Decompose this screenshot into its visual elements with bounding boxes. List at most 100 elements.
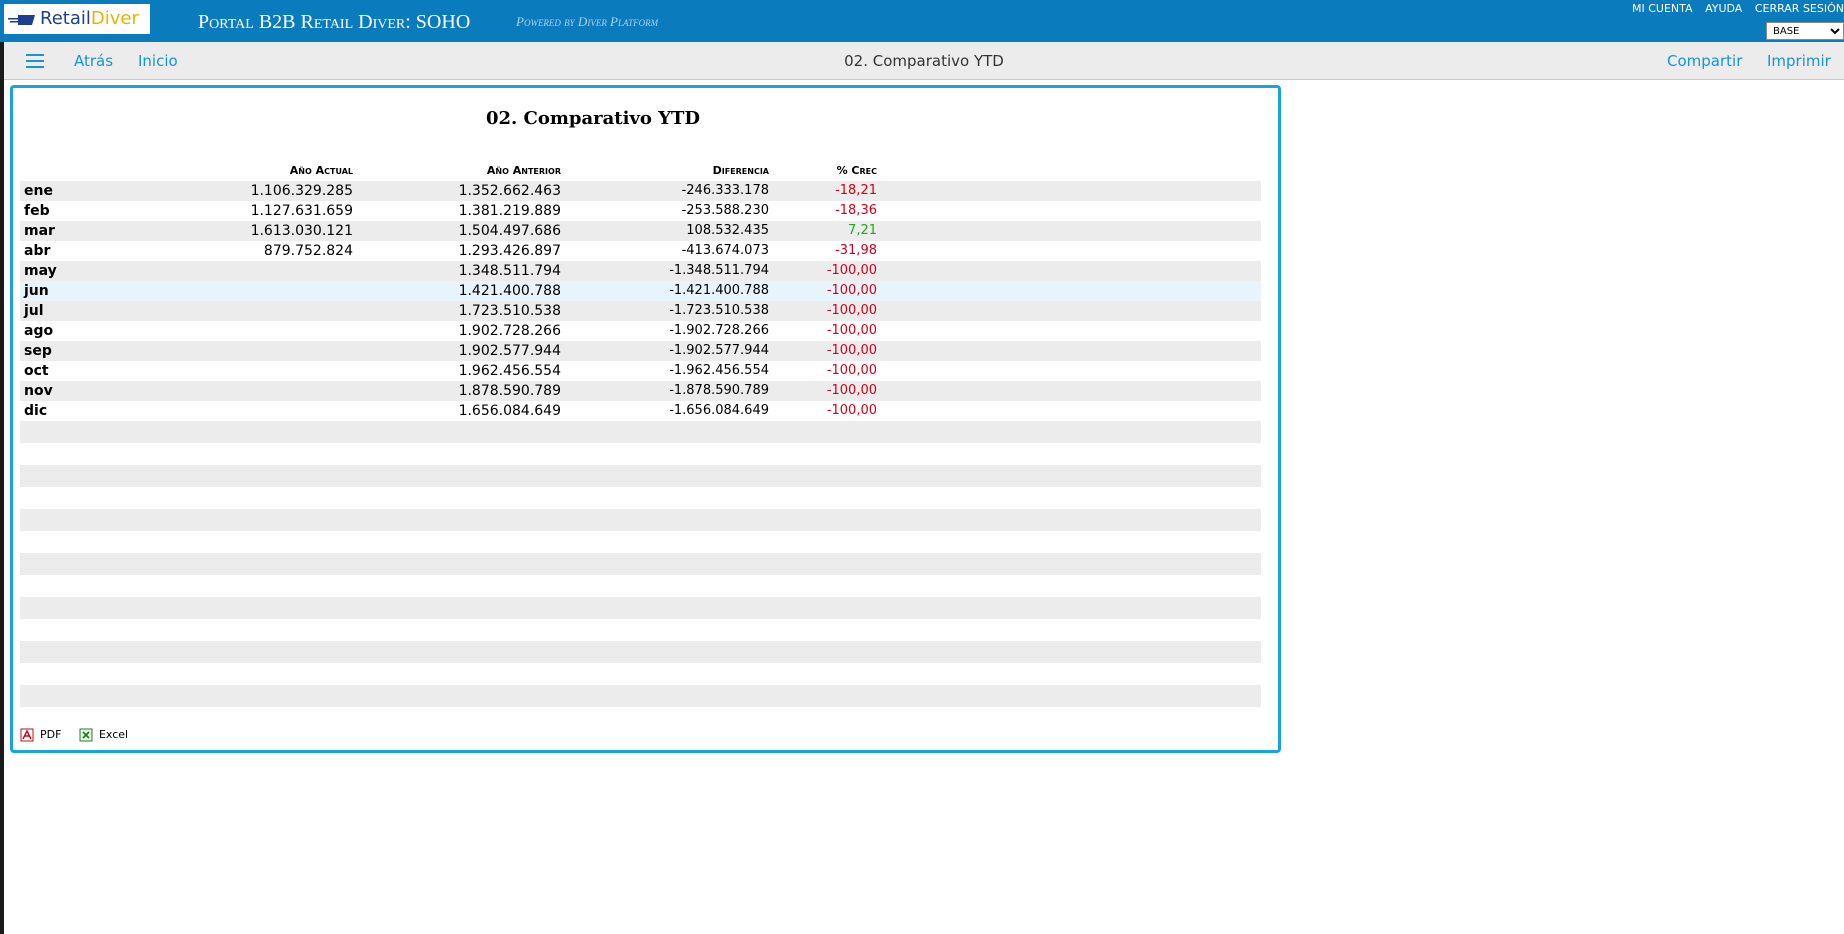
table-row[interactable]: ago 1.902.728.266 -1.902.728.266 -100,00 — [20, 321, 1261, 341]
logout-link[interactable]: CERRAR SESIÓN — [1755, 2, 1844, 15]
diferencia-cell: -253.588.230 — [681, 203, 769, 218]
empty-row — [20, 619, 1261, 641]
month-cell: ene — [24, 183, 53, 199]
anterior-cell: 1.352.662.463 — [458, 183, 561, 199]
anterior-cell: 1.723.510.538 — [458, 303, 561, 319]
diferencia-cell: -246.333.178 — [681, 183, 769, 198]
col-header-crec: % Crec — [836, 164, 877, 177]
excel-icon — [79, 728, 93, 742]
table-row[interactable]: nov 1.878.590.789 -1.878.590.789 -100,00 — [20, 381, 1261, 401]
empty-row — [20, 531, 1261, 553]
base-select[interactable]: BASE — [1766, 22, 1844, 40]
table-row[interactable]: mar 1.613.030.121 1.504.497.686 108.532.435… — [20, 221, 1261, 241]
anterior-cell: 1.902.728.266 — [458, 323, 561, 339]
diferencia-cell: -1.723.510.538 — [669, 303, 769, 318]
pdf-label: PDF — [40, 728, 62, 741]
actual-cell: 1.127.631.659 — [250, 203, 353, 219]
crec-cell: -100,00 — [826, 343, 877, 358]
anterior-cell: 1.962.456.554 — [458, 363, 561, 379]
empty-row — [20, 575, 1261, 597]
help-link[interactable]: AYUDA — [1705, 2, 1742, 15]
empty-row — [20, 553, 1261, 575]
anterior-cell: 1.421.400.788 — [458, 283, 561, 299]
report-table: Año Actual Año Anterior Diferencia % Cre… — [20, 160, 1261, 707]
diferencia-cell: -1.962.456.554 — [669, 363, 769, 378]
export-bar: PDF Excel — [20, 728, 142, 742]
anterior-cell: 1.381.219.889 — [458, 203, 561, 219]
report-title: 02. Comparativo YTD — [485, 108, 701, 129]
excel-export[interactable]: Excel — [79, 728, 128, 742]
share-link[interactable]: Compartir — [1667, 52, 1742, 70]
empty-row — [20, 421, 1261, 443]
pdf-export[interactable]: PDF — [20, 728, 61, 742]
anterior-cell: 1.293.426.897 — [458, 243, 561, 259]
table-row[interactable]: sep 1.902.577.944 -1.902.577.944 -100,00 — [20, 341, 1261, 361]
powered-by: Powered by Diver Platform — [516, 14, 659, 29]
portal-header: RetailDiver Portal B2B Retail Diver: SOH… — [0, 0, 1844, 42]
diferencia-cell: -1.656.084.649 — [669, 403, 769, 418]
empty-row — [20, 685, 1261, 707]
crec-cell: -100,00 — [826, 383, 877, 398]
anterior-cell: 1.878.590.789 — [458, 383, 561, 399]
month-cell: abr — [24, 243, 51, 259]
actual-cell: 1.106.329.285 — [250, 183, 353, 199]
col-header-diferencia: Diferencia — [712, 164, 769, 177]
table-row[interactable]: may 1.348.511.794 -1.348.511.794 -100,00 — [20, 261, 1261, 281]
toolbar-title: 02. Comparativo YTD — [844, 52, 1004, 70]
table-row[interactable]: jul 1.723.510.538 -1.723.510.538 -100,00 — [20, 301, 1261, 321]
table-header: Año Actual Año Anterior Diferencia % Cre… — [20, 160, 1261, 181]
logo-text: RetailDiver — [40, 8, 139, 29]
report-panel: 02. Comparativo YTD Año Actual Año Anter… — [10, 85, 1281, 753]
month-cell: feb — [24, 203, 50, 219]
crec-cell: -100,00 — [826, 403, 877, 418]
diferencia-cell: -1.902.728.266 — [669, 323, 769, 338]
month-cell: sep — [24, 343, 52, 359]
month-cell: dic — [24, 403, 48, 419]
table-row[interactable]: ene 1.106.329.285 1.352.662.463 -246.333.17… — [20, 181, 1261, 201]
diferencia-cell: -1.878.590.789 — [669, 383, 769, 398]
logo-mark-icon — [8, 15, 35, 25]
account-links: MI CUENTA AYUDA CERRAR SESIÓN — [1623, 2, 1844, 15]
portal-title: Portal B2B Retail Diver: SOHO — [198, 11, 471, 33]
crec-cell: -100,00 — [826, 363, 877, 378]
anterior-cell: 1.348.511.794 — [458, 263, 561, 279]
crec-cell: -18,21 — [835, 183, 877, 198]
diferencia-cell: -413.674.073 — [681, 243, 769, 258]
diferencia-cell: -1.421.400.788 — [669, 283, 769, 298]
table-row[interactable]: feb 1.127.631.659 1.381.219.889 -253.588.23… — [20, 201, 1261, 221]
table-row[interactable]: jun 1.421.400.788 -1.421.400.788 -100,00 — [20, 281, 1261, 301]
col-header-actual: Año Actual — [289, 164, 353, 177]
diferencia-cell: -1.902.577.944 — [669, 343, 769, 358]
empty-row — [20, 597, 1261, 619]
crec-cell: -100,00 — [826, 283, 877, 298]
toolbar: Atrás Inicio 02. Comparativo YTD Compart… — [4, 42, 1844, 80]
month-cell: nov — [24, 383, 53, 399]
pdf-icon — [20, 728, 34, 742]
col-header-anterior: Año Anterior — [486, 164, 561, 177]
print-link[interactable]: Imprimir — [1767, 52, 1831, 70]
empty-row — [20, 443, 1261, 465]
anterior-cell: 1.504.497.686 — [458, 223, 561, 239]
empty-row — [20, 641, 1261, 663]
diferencia-cell: 108.532.435 — [686, 223, 769, 238]
anterior-cell: 1.902.577.944 — [458, 343, 561, 359]
anterior-cell: 1.656.084.649 — [458, 403, 561, 419]
crec-cell: -18,36 — [835, 203, 877, 218]
table-row[interactable]: abr 879.752.824 1.293.426.897 -413.674.073 -… — [20, 241, 1261, 261]
empty-row — [20, 509, 1261, 531]
month-cell: jun — [24, 283, 49, 299]
month-cell: may — [24, 263, 57, 279]
empty-row — [20, 663, 1261, 685]
month-cell: oct — [24, 363, 49, 379]
excel-label: Excel — [98, 728, 129, 741]
empty-row — [20, 487, 1261, 509]
month-cell: jul — [24, 303, 44, 319]
table-row[interactable]: oct 1.962.456.554 -1.962.456.554 -100,00 — [20, 361, 1261, 381]
crec-cell: 7,21 — [848, 223, 877, 238]
crec-cell: -31,98 — [835, 243, 877, 258]
my-account-link[interactable]: MI CUENTA — [1632, 2, 1693, 15]
crec-cell: -100,00 — [826, 263, 877, 278]
crec-cell: -100,00 — [826, 323, 877, 338]
table-row[interactable]: dic 1.656.084.649 -1.656.084.649 -100,00 — [20, 401, 1261, 421]
logo[interactable]: RetailDiver — [4, 4, 150, 34]
